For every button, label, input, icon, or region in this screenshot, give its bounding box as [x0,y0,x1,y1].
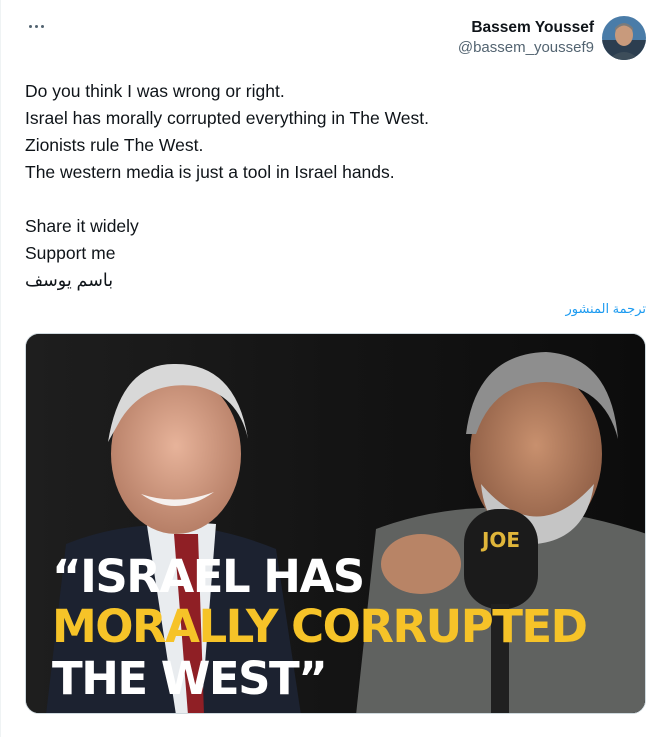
author-name[interactable]: Bassem Youssef [458,18,594,38]
translate-post-link[interactable]: ترجمة المنشور [565,301,646,317]
more-dot [40,24,44,28]
tweet-line: Zionists rule The West. [25,135,204,155]
tweet-text: Do you think I was wrong or right. Israe… [25,78,645,294]
tweet-media[interactable]: JOE “ISRAEL HAS MORALLY CORRUPTED THE WE… [25,333,646,714]
tweet-card: Bassem Youssef @bassem_youssef9 Do you t… [0,0,672,737]
tweet-line: Israel has morally corrupted everything … [25,108,429,128]
headline-line-1: “ISRAEL HAS [52,550,365,603]
tweet-line: Support me [25,243,116,263]
author-info: Bassem Youssef @bassem_youssef9 [458,18,594,58]
more-options-button[interactable] [23,16,49,36]
more-dot [34,24,38,28]
headline-line-3: THE WEST” [52,652,328,705]
more-dot [28,24,32,28]
tweet-line: The western media is just a tool in Isra… [25,162,395,182]
author-handle[interactable]: @bassem_youssef9 [458,38,594,58]
tweet-signature: باسم يوسف [25,270,114,290]
headline-line-2: MORALLY CORRUPTED [52,600,588,653]
avatar-image [602,16,646,60]
tweet-line: Share it widely [25,216,139,236]
tweet-line: Do you think I was wrong or right. [25,81,285,101]
avatar[interactable] [602,16,646,60]
mic-logo: JOE [480,528,520,552]
